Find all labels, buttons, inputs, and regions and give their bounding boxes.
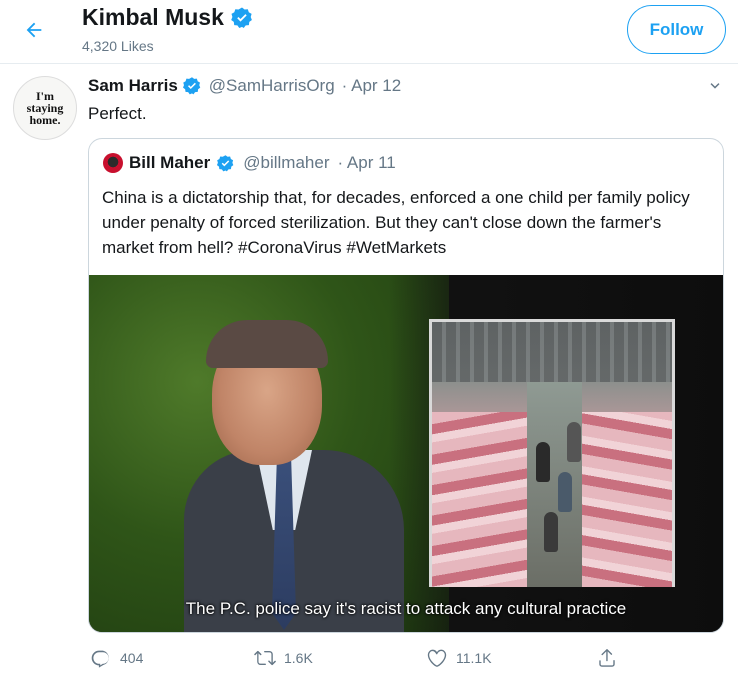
video-media[interactable]: The P.C. police say it's racist to attac… xyxy=(89,275,723,632)
market-roof xyxy=(432,322,672,382)
quoted-author-handle: @billmaher xyxy=(243,153,330,172)
market-person xyxy=(536,442,550,482)
video-subtitle: The P.C. police say it's racist to attac… xyxy=(185,599,627,618)
market-stall-left xyxy=(432,412,527,587)
profile-header: Kimbal Musk 4,320 Likes Follow xyxy=(0,0,738,64)
quoted-avatar xyxy=(103,153,123,173)
reply-icon xyxy=(91,650,109,668)
presenter-figure xyxy=(184,320,424,632)
chevron-down-icon[interactable] xyxy=(706,77,724,95)
profile-title: Kimbal Musk xyxy=(82,4,254,31)
like-button[interactable]: 11.1K xyxy=(426,647,492,669)
quoted-date: · Apr 11 xyxy=(337,153,396,172)
market-stall-right xyxy=(577,412,672,587)
market-person xyxy=(558,472,572,512)
like-count: 11.1K xyxy=(456,650,492,666)
market-person xyxy=(567,422,581,462)
avatar-text-line-3: home. xyxy=(29,113,61,127)
market-inset-image xyxy=(429,319,675,587)
tweet-date[interactable]: · Apr 12 xyxy=(342,76,402,96)
retweet-button[interactable]: 1.6K xyxy=(254,647,313,669)
quoted-tweet-header: Bill Maher @billmaher · Apr 11 xyxy=(103,153,396,173)
back-button[interactable] xyxy=(14,12,54,48)
tweet[interactable]: I'm staying home. Sam Harris @SamHarrisO… xyxy=(0,65,738,681)
tweet-header: Sam Harris @SamHarrisOrg · Apr 12 xyxy=(88,76,401,96)
reply-button[interactable]: 404 xyxy=(90,647,143,669)
back-arrow-icon xyxy=(26,22,42,38)
quoted-author-name: Bill Maher xyxy=(129,153,211,172)
share-button[interactable] xyxy=(596,647,618,669)
like-icon xyxy=(427,649,447,667)
market-person xyxy=(544,512,558,552)
verified-badge-icon xyxy=(231,7,252,28)
tweet-actions: 404 1.6K 11.1K xyxy=(88,647,628,671)
quoted-tweet[interactable]: Bill Maher @billmaher · Apr 11 China is … xyxy=(88,138,724,633)
follow-button[interactable]: Follow xyxy=(627,5,726,54)
likes-count: 4,320 Likes xyxy=(82,38,154,54)
presenter-hair xyxy=(206,320,328,368)
retweet-count: 1.6K xyxy=(284,650,313,666)
tweet-text: Perfect. xyxy=(88,104,147,123)
retweet-icon xyxy=(254,650,276,666)
verified-badge-icon xyxy=(182,77,201,95)
market-aisle xyxy=(527,382,582,587)
share-icon xyxy=(599,649,615,667)
verified-badge-icon xyxy=(217,154,234,171)
avatar[interactable]: I'm staying home. xyxy=(13,76,77,140)
reply-count: 404 xyxy=(120,650,144,666)
profile-name: Kimbal Musk xyxy=(82,4,224,30)
tweet-author-name[interactable]: Sam Harris xyxy=(88,76,178,96)
quoted-tweet-text: China is a dictatorship that, for decade… xyxy=(102,188,690,257)
tweet-author-handle[interactable]: @SamHarrisOrg xyxy=(209,76,335,96)
